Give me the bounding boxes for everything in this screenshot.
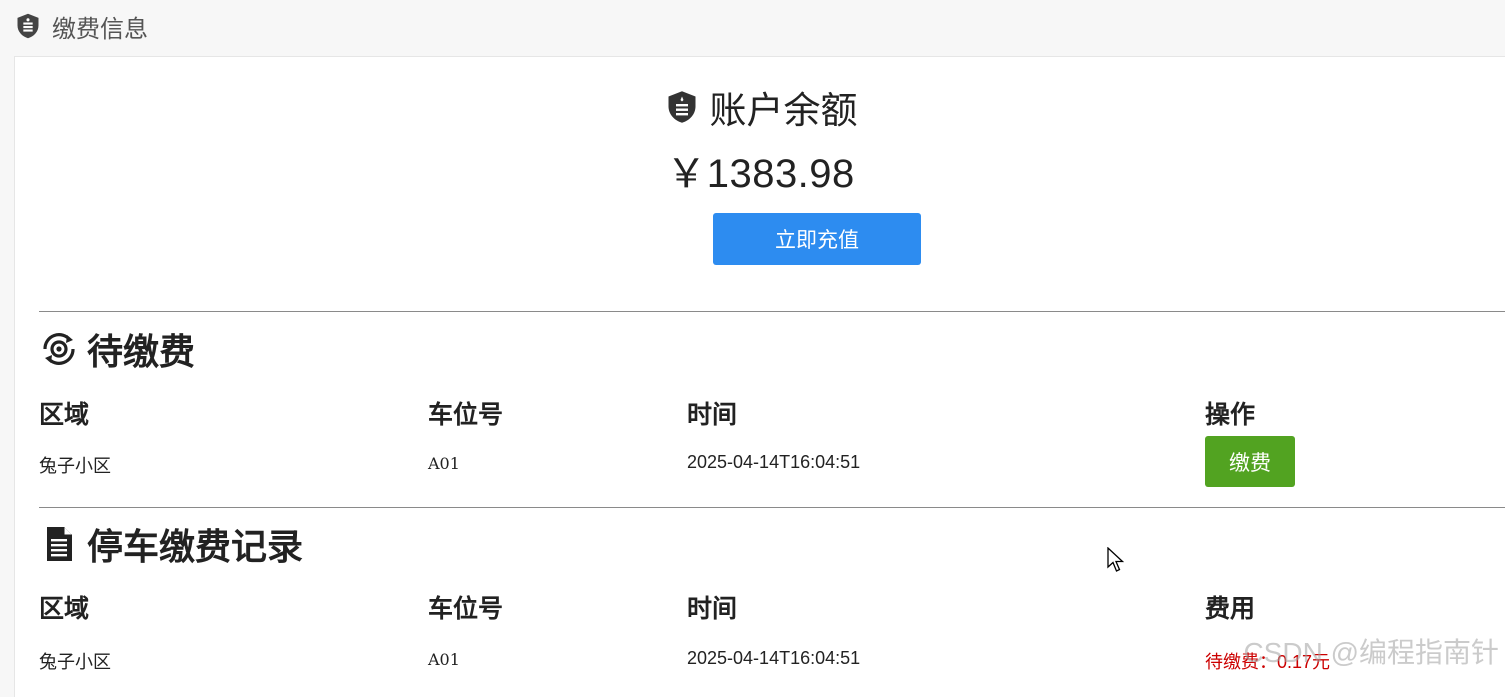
shield-icon [17, 13, 39, 39]
pending-row-space: A01 [428, 454, 460, 473]
record-row-time: 2025-04-14T16:04:51 [687, 648, 861, 668]
pending-row-time: 2025-04-14T16:04:51 [687, 452, 861, 472]
balance-amount: ￥1383.98 [666, 152, 855, 196]
document-icon [47, 527, 72, 561]
column-header-time: 时间 [687, 401, 738, 429]
page-header: 缴费信息 [14, 6, 148, 46]
shield-icon [668, 91, 695, 123]
column-header-area: 区域 [39, 401, 90, 429]
mouse-cursor-icon [1107, 547, 1125, 572]
column-header-fee: 费用 [1205, 595, 1256, 623]
records-title: 停车缴费记录 [87, 526, 304, 567]
records-section-title: 停车缴费记录 [39, 520, 303, 568]
pending-section-title: 待缴费 [39, 325, 195, 373]
record-row-space: A01 [428, 650, 460, 669]
column-header-space: 车位号 [428, 595, 504, 623]
pay-button[interactable]: 缴费 [1205, 436, 1295, 487]
column-header-space: 车位号 [428, 401, 504, 429]
record-row-area: 兔子小区 [39, 652, 111, 672]
page-title: 缴费信息 [52, 15, 148, 43]
balance-title: 账户余额 [15, 85, 1505, 131]
watermark: CSDN @编程指南针 [1243, 637, 1499, 668]
pending-title: 待缴费 [87, 331, 196, 372]
balance-label: 账户余额 [709, 90, 858, 131]
recharge-button[interactable]: 立即充值 [713, 213, 921, 265]
column-header-action: 操作 [1205, 401, 1256, 429]
pending-row-area: 兔子小区 [39, 456, 111, 476]
column-header-area: 区域 [39, 595, 90, 623]
column-header-time: 时间 [687, 595, 738, 623]
divider [39, 311, 1505, 312]
payment-panel: 账户余额 ￥1383.98 立即充值 待缴费 区域 车位号 时间 操作 兔子小区… [14, 56, 1505, 697]
refresh-eye-icon [43, 333, 75, 365]
divider [39, 507, 1505, 508]
